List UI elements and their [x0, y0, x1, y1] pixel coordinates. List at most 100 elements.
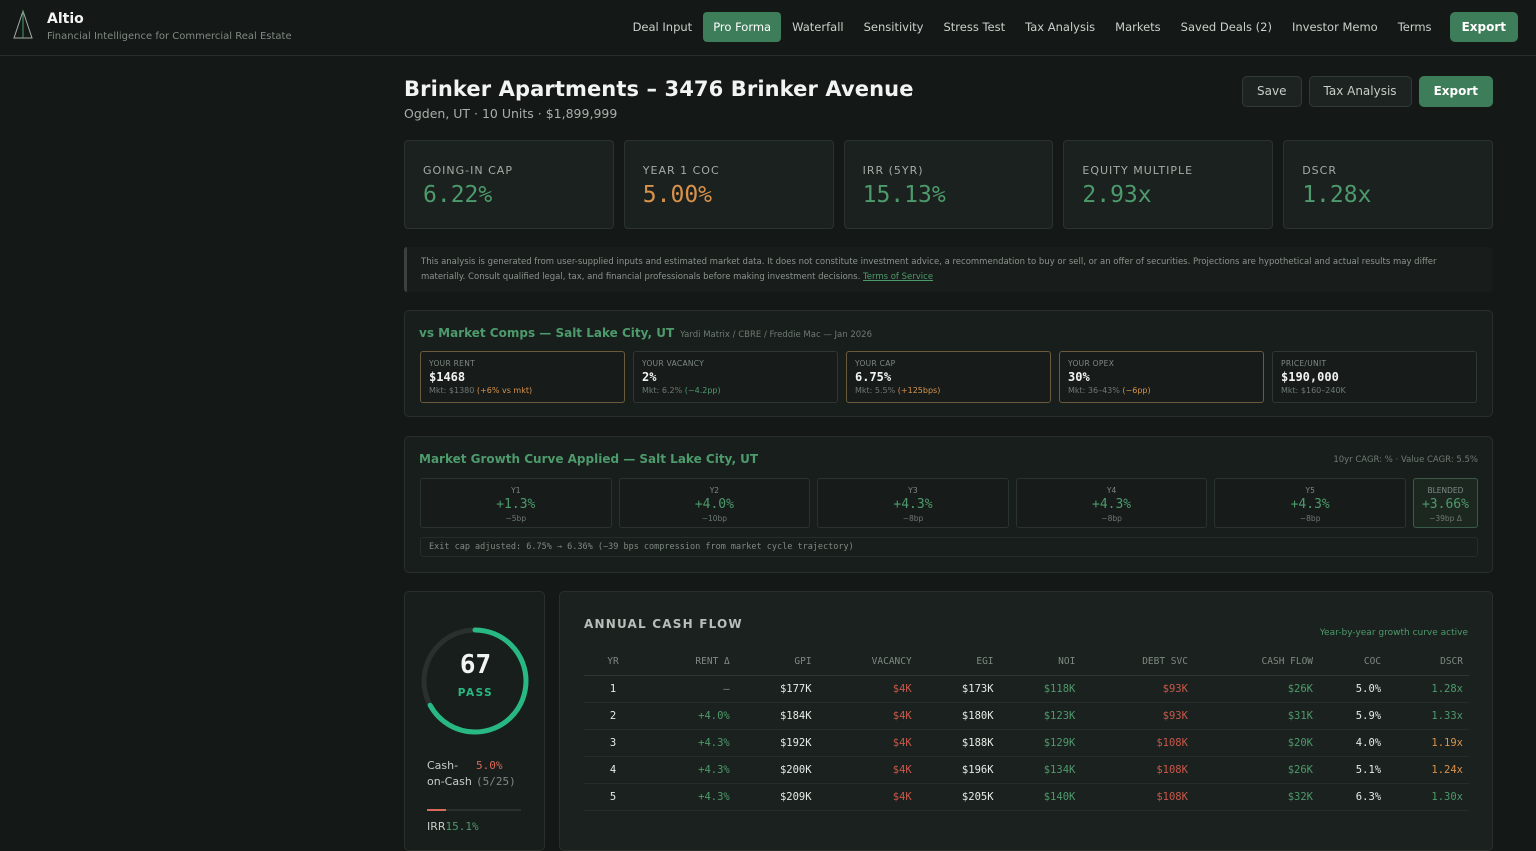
cell-noi: $140K: [999, 783, 1082, 811]
year-bp: −5bp: [505, 514, 527, 523]
market-comps-source: Yardi Matrix / CBRE / Freddie Mac — Jan …: [680, 330, 872, 340]
coc-bar-fill: [427, 809, 446, 811]
comp-delta: (+125bps): [897, 386, 941, 395]
comp-label: PRICE/UNIT: [1281, 359, 1327, 368]
nav-investor-memo[interactable]: Investor Memo: [1282, 12, 1388, 42]
score-status: PASS: [457, 687, 494, 699]
metric-card-going-in-cap: GOING-IN CAP 6.22%: [404, 140, 614, 229]
column-noi: NOI: [999, 649, 1082, 676]
metric-card-equity-multiple: EQUITY MULTIPLE 2.93x: [1063, 140, 1274, 229]
comp-value: 6.75%: [855, 370, 892, 384]
comp-market: Mkt: 6.2% (−4.2pp): [642, 386, 829, 395]
comp-value: 2%: [642, 370, 657, 384]
main-nav: Deal Input Pro Forma Waterfall Sensitivity S…: [623, 12, 1518, 42]
page-title: Brinker Apartments – 3476 Brinker Avenue: [404, 77, 914, 101]
cell-debt-svc: $108K: [1081, 783, 1194, 811]
nav-waterfall[interactable]: Waterfall: [782, 12, 853, 42]
growth-curve-title: Market Growth Curve Applied — Salt Lake …: [419, 452, 759, 466]
metric-value: 5.00%: [642, 182, 713, 208]
metric-card-irr-5yr: IRR (5YR) 15.13%: [843, 140, 1054, 229]
comp-delta: (+6% vs mkt): [476, 386, 533, 395]
nav-tax-analysis[interactable]: Tax Analysis: [1015, 12, 1105, 42]
nav-export-button[interactable]: Export: [1449, 12, 1518, 42]
market-comps-heading: vs Market Comps — Salt Lake City, UT: [419, 326, 675, 340]
cell-gpi: $209K: [735, 783, 818, 811]
cell-dscr: 1.19x: [1387, 729, 1469, 757]
nav-deal-input[interactable]: Deal Input: [623, 12, 703, 42]
cell-coc: 4.0%: [1319, 729, 1388, 757]
growth-year-y3: Y3 +4.3% −8bp: [817, 478, 1009, 528]
save-button[interactable]: Save: [1242, 76, 1302, 107]
nav-sensitivity[interactable]: Sensitivity: [854, 12, 934, 42]
cell-gpi: $192K: [735, 729, 818, 757]
score-gauge: [421, 627, 529, 735]
metric-label: DSCR: [1302, 164, 1337, 177]
comp-your-opex: YOUR OPEX 30% Mkt: 36–43% (−6pp): [1059, 351, 1264, 403]
cell-rent: +4.3%: [648, 729, 736, 757]
nav-stress-test[interactable]: Stress Test: [933, 12, 1015, 42]
cell-noi: $129K: [999, 729, 1082, 757]
cell-vacancy: $4K: [817, 729, 918, 757]
cell-rent: +4.3%: [648, 783, 736, 811]
table-row: 1— $177K $4K $173K $118K $93K $26K 5.0% 1.28x: [584, 675, 1469, 703]
cell-coc: 5.0%: [1319, 675, 1388, 703]
cagr-note: 10yr CAGR: % · Value CAGR: 5.5%: [1333, 455, 1478, 465]
cell-rent: —: [648, 675, 736, 703]
nav-saved-deals-2[interactable]: Saved Deals (2): [1171, 12, 1282, 42]
cell-coc: 6.3%: [1319, 783, 1388, 811]
comp-label: YOUR OPEX: [1068, 359, 1115, 368]
year-label: Y5: [1305, 486, 1315, 495]
terms-of-service-link[interactable]: Terms of Service: [863, 272, 933, 282]
column-egi: EGI: [917, 649, 1000, 676]
cell-yr: 1: [584, 675, 648, 703]
coc-bar: [427, 809, 521, 811]
column-vacancy: VACANCY: [817, 649, 918, 676]
cell-coc: 5.1%: [1319, 756, 1388, 784]
comp-market-value: Mkt: 5.5%: [855, 386, 896, 395]
comp-market: Mkt: $1380 (+6% vs mkt): [429, 386, 616, 395]
comp-market: Mkt: 36–43% (−6pp): [1068, 386, 1255, 395]
nav-pro-forma[interactable]: Pro Forma: [703, 12, 782, 42]
cell-dscr: 1.33x: [1387, 702, 1469, 730]
annual-cash-flow-panel: ANNUAL CASH FLOW Year-by-year growth cur…: [559, 591, 1493, 851]
comp-label: YOUR RENT: [429, 359, 476, 368]
cell-vacancy: $4K: [817, 783, 918, 811]
growth-year-y4: Y4 +4.3% −8bp: [1015, 478, 1208, 528]
nav-terms[interactable]: Terms: [1388, 12, 1442, 42]
metric-value: 6.22%: [423, 182, 493, 208]
table-row: 2 +4.0% $184K $4K $180K $123K $93K $31K 5.9% 1.33…: [584, 702, 1469, 730]
comp-delta: (−6pp): [1122, 386, 1151, 395]
comp-label: YOUR CAP: [855, 359, 896, 368]
metric-card-year-1-coc: YEAR 1 COC 5.00%: [623, 140, 834, 229]
cell-egi: $180K: [917, 702, 1000, 730]
app-name[interactable]: Altio: [47, 11, 84, 27]
export-button[interactable]: Export: [1418, 76, 1493, 107]
year-label: Y3: [908, 486, 918, 495]
table-row: 3 +4.3% $192K $4K $188K $129K $108K $20K 4.0% 1.1…: [584, 729, 1469, 757]
cell-egi: $205K: [917, 783, 1000, 811]
cash-flow-title: ANNUAL CASH FLOW: [584, 617, 743, 631]
year-growth: +4.0%: [694, 497, 734, 512]
cell-yr: 4: [584, 756, 648, 784]
nav-markets[interactable]: Markets: [1105, 12, 1171, 42]
cell-debt-svc: $93K: [1081, 675, 1194, 703]
cell-debt-svc: $108K: [1081, 756, 1194, 784]
comp-value: $1468: [429, 370, 466, 384]
tax-analysis-button[interactable]: Tax Analysis: [1308, 76, 1412, 107]
year-growth: +4.3%: [1290, 497, 1330, 512]
cell-vacancy: $4K: [817, 675, 918, 703]
comp-market: Mkt: 5.5% (+125bps): [855, 386, 1042, 395]
cell-vacancy: $4K: [817, 702, 918, 730]
coc-name: Cash-on-Cash: [427, 759, 472, 788]
comp-market-value: Mkt: 36–43%: [1068, 386, 1120, 395]
cell-vacancy: $4K: [817, 756, 918, 784]
exit-cap-note: Exit cap adjusted: 6.75% → 6.36% (−39 bp…: [420, 537, 1478, 557]
metric-value: 1.28x: [1302, 182, 1372, 208]
cell-debt-svc: $108K: [1081, 729, 1194, 757]
cell-coc: 5.9%: [1319, 702, 1388, 730]
table-row: 4 +4.3% $200K $4K $196K $134K $108K $26K 5.1% 1.2…: [584, 756, 1469, 784]
cell-noi: $123K: [999, 702, 1082, 730]
altio-logo-icon[interactable]: [12, 10, 34, 40]
column-cash-flow: CASH FLOW: [1193, 649, 1320, 676]
irr-name: IRR: [427, 820, 446, 833]
